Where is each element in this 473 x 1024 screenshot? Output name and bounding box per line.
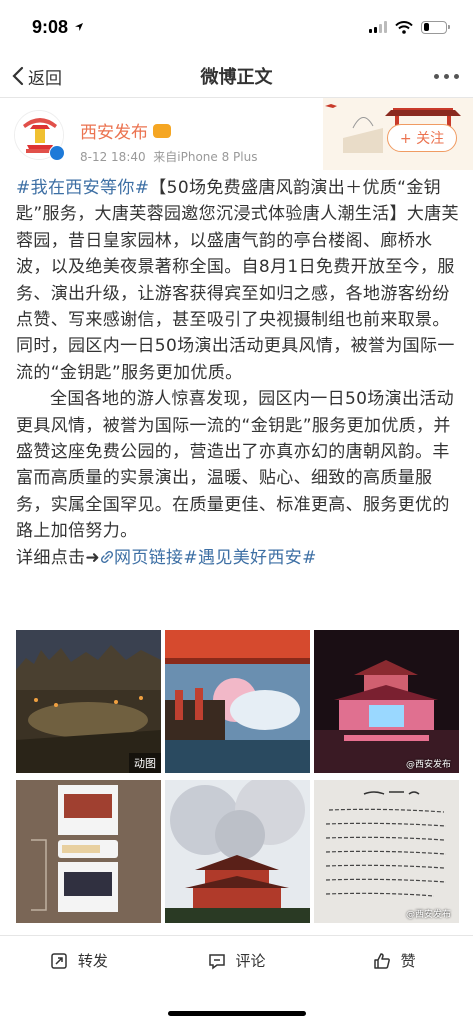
clock-text: 9:08 xyxy=(32,16,69,37)
post-paragraph-2: 全国各地的游人惊喜发现，园区内一日50场演出活动更具风情，被誉为国际一流的“金钥… xyxy=(16,389,455,542)
web-link-text: 网页链接 xyxy=(114,547,184,568)
post-time: 8-12 18:40 xyxy=(80,150,146,164)
post-header: 西安发布 8-12 18:40 来自iPhone 8 Plus + 关注 xyxy=(0,98,473,170)
wifi-icon xyxy=(395,20,413,34)
nav-bar: 返回 微博正文 xyxy=(0,54,473,98)
post-image[interactable]: @西安发布 xyxy=(314,780,459,923)
post-paragraph-1: 【50场免费盛唐风韵演出＋优质“金钥匙”服务，大唐芙蓉园邀您沉浸式体验唐人潮生活… xyxy=(16,178,459,383)
repost-label: 转发 xyxy=(77,952,108,970)
dot-icon xyxy=(434,73,439,79)
back-button[interactable]: 返回 xyxy=(12,54,62,98)
vip-icon xyxy=(153,123,171,138)
repost-button[interactable]: 转发 xyxy=(0,950,158,971)
follow-button[interactable]: + 关注 xyxy=(387,124,457,152)
post-image[interactable]: 动图 xyxy=(16,630,161,773)
web-link[interactable]: 网页链接 xyxy=(100,548,183,568)
post-image[interactable]: @西安发布 xyxy=(314,630,459,773)
like-label: 赞 xyxy=(400,952,416,970)
dot-icon xyxy=(454,73,459,79)
repost-icon xyxy=(51,952,67,969)
night-city-image xyxy=(16,630,161,773)
topic-link[interactable]: #遇见美好西安# xyxy=(183,548,316,568)
back-label: 返回 xyxy=(28,68,62,89)
watermark: @西安发布 xyxy=(405,760,451,770)
palace-night-image xyxy=(314,630,459,773)
gif-badge: 动图 xyxy=(129,753,161,773)
post-source: 来自iPhone 8 Plus xyxy=(153,150,258,164)
thumbs-up-icon xyxy=(373,952,390,969)
post-image[interactable] xyxy=(165,780,310,923)
dot-icon xyxy=(444,73,449,79)
author-name[interactable]: 西安发布 xyxy=(80,118,171,143)
topic-link[interactable]: #我在西安等你# xyxy=(16,178,149,198)
status-icons xyxy=(369,20,450,34)
status-bar: 9:08 xyxy=(0,0,473,54)
chevron-left-icon xyxy=(12,66,24,86)
link-icon xyxy=(100,550,114,563)
comment-button[interactable]: 评论 xyxy=(158,950,316,971)
post-image[interactable] xyxy=(165,630,310,773)
signal-icon xyxy=(369,21,387,33)
image-grid: 动图 @西安发布 @西安发布 xyxy=(16,630,459,925)
post-meta: 8-12 18:40 来自iPhone 8 Plus xyxy=(80,148,257,165)
action-bar: 转发 评论 赞 xyxy=(0,935,473,985)
status-time: 9:08 xyxy=(32,17,84,38)
comment-label: 评论 xyxy=(235,952,266,970)
detail-prefix: 详细点击➜ xyxy=(16,547,100,568)
page-title: 微博正文 xyxy=(200,66,273,88)
thank-you-letter-image xyxy=(314,780,459,923)
comment-icon xyxy=(208,953,225,969)
cherry-blossom-pagoda-image xyxy=(165,780,310,923)
like-button[interactable]: 赞 xyxy=(315,950,473,971)
battery-icon xyxy=(421,20,450,34)
watermark: @西安发布 xyxy=(405,910,451,920)
author-name-text: 西安发布 xyxy=(80,123,148,143)
verified-badge-icon xyxy=(49,145,65,161)
performance-boat-image xyxy=(165,630,310,773)
location-arrow-icon xyxy=(75,23,84,31)
screenshot-collage-image xyxy=(16,780,161,923)
more-options-button[interactable] xyxy=(434,54,459,98)
post-text: #我在西安等你#【50场免费盛唐风韵演出＋优质“金钥匙”服务，大唐芙蓉园邀您沉浸… xyxy=(16,175,461,571)
home-indicator[interactable] xyxy=(168,1011,306,1016)
post-image[interactable] xyxy=(16,780,161,923)
